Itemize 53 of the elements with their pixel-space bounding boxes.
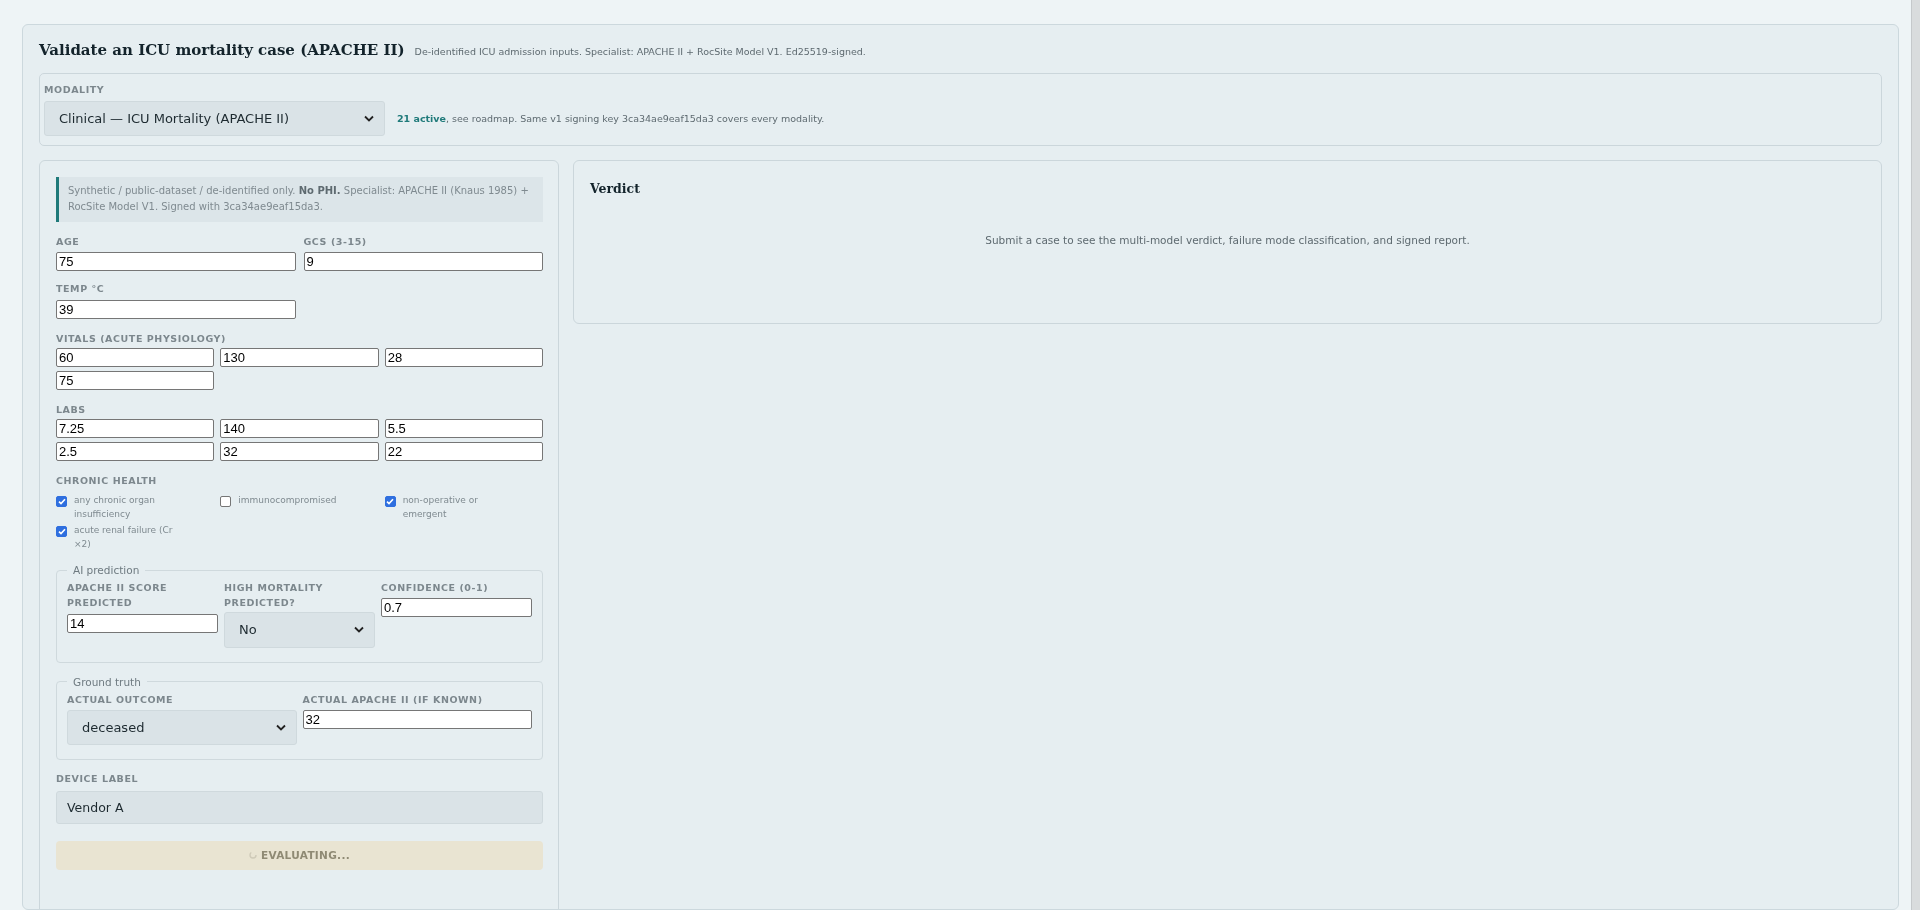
input-field[interactable]: 7.25 [56,418,215,438]
input-field[interactable]: 39 [56,299,296,319]
page-subtitle: De-identified ICU admission inputs. Specialist: APACHE II + RocSite Model V1. Ed25519-signed. [414,46,866,57]
field-label: AGE [56,235,81,250]
input-field[interactable]: 75 [56,370,215,390]
input-field[interactable]: 130 [220,347,379,367]
select-field[interactable]: deceased [67,709,297,745]
input-field[interactable]: 32 [220,441,379,461]
checkbox[interactable] [56,496,67,508]
checkbox-label: acute renal failure (Cr ×2) [74,524,174,552]
select-field[interactable]: No [224,611,375,648]
panel-title: Verdict [590,181,641,197]
page-title: Validate an ICU mortality case (APACHE II) [39,41,405,59]
field-label: HIGH MORTALITY PREDICTED? [224,581,324,611]
field-label: CHRONIC HEALTH [56,473,158,488]
select-field[interactable]: Clinical — ICU Mortality (APACHE II) [44,101,385,137]
field-label: ACTUAL APACHE II (IF KNOWN) [302,692,484,707]
checkbox-label: non-operative or emergent [402,494,479,522]
modality-note: 21 active, see roadmap. Same v1 signing key 3ca34ae9eaf15da3 covers every modality. [397,113,825,125]
input-field[interactable]: 5.5 [384,418,543,438]
field-label: MODALITY [44,83,106,97]
input-field[interactable]: 9 [303,252,543,272]
checkbox[interactable] [384,496,396,508]
caret-icon [275,723,286,731]
input-field[interactable]: Vendor A [56,790,543,824]
field-label: DEVICE LABEL [56,771,140,786]
input-field[interactable]: 14 [67,613,218,633]
field-label: ACTUAL OUTCOME [67,692,175,707]
caret-icon [354,626,364,633]
field-label: APACHE II SCORE PREDICTED [67,581,169,611]
input-field[interactable]: 28 [384,347,543,367]
spinner-icon [248,851,257,860]
fieldset-legend: AI prediction [67,564,146,577]
input-field[interactable]: 75 [56,252,296,272]
input-field[interactable]: 0.7 [381,598,532,618]
input-field[interactable]: 32 [302,709,532,729]
field-label: LABS [56,402,87,417]
scrollbar[interactable] [1911,0,1920,910]
checkbox[interactable] [56,526,67,538]
empty-message: Submit a case to see the multi-model verdict, failure mode classification, and signed report. [985,234,1470,247]
checkbox-label: immunocompromised [238,494,337,508]
field-label: GCS (3-15) [303,235,368,250]
checkbox[interactable] [220,496,232,508]
field-label: TEMP °C [56,282,106,297]
input-field[interactable]: 140 [220,418,379,438]
input-field[interactable]: 22 [384,441,543,461]
fieldset-legend: Ground truth [67,675,147,688]
field-label: CONFIDENCE (0-1) [381,581,490,596]
field-label: VITALS (ACUTE PHYSIOLOGY) [56,331,227,346]
input-field[interactable]: 60 [56,347,215,367]
notice-text: Synthetic / public-dataset / de-identified only. No PHI. Specialist: APACHE II (Knaus 1985) + RocSite Model V1. Signed with 3ca34ae9eaf15da3. [56,177,543,223]
input-field[interactable]: 2.5 [56,441,215,461]
caret-icon [364,115,374,123]
